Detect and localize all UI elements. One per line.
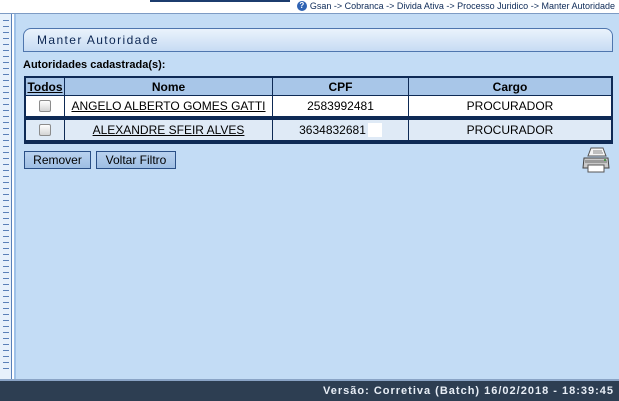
table-cell-cpf: 3634832681 [273,120,408,140]
left-edge-stripe [3,308,9,309]
left-edge-stripe [3,32,9,33]
left-edge-stripe [3,74,9,75]
left-edge-stripe [3,266,9,267]
left-sidebar-edge [0,14,12,379]
table-row-checkbox-cell [26,120,64,140]
version-label: Versão: Corretiva (Batch) 16/02/2018 - 1… [323,385,614,397]
left-edge-stripe [3,350,9,351]
left-edge-stripe [3,254,9,255]
cpf-highlight [367,123,382,137]
left-edge-stripe [3,98,9,99]
left-edge-stripe [3,314,9,315]
left-edge-stripe [3,164,9,165]
left-edge-stripe [3,362,9,363]
cpf-value: 3634832681 [299,123,366,137]
left-edge-stripe [3,170,9,171]
main-content: Manter Autoridade Autoridades cadastrada… [14,14,619,379]
left-edge-stripe [3,188,9,189]
table-cell-nome: ALEXANDRE SFEIR ALVES [65,120,272,140]
left-edge-stripe [3,122,9,123]
left-edge-stripe [3,158,9,159]
page-title: Manter Autoridade [37,33,159,47]
printer-icon[interactable] [581,146,611,174]
table-cell-cargo: PROCURADOR [409,96,611,116]
left-edge-stripe [3,20,9,21]
left-edge-stripe [3,236,9,237]
left-edge-stripe [3,152,9,153]
row-checkbox[interactable] [39,100,51,112]
left-edge-stripe [3,92,9,93]
left-edge-stripe [3,206,9,207]
left-edge-stripe [3,278,9,279]
left-edge-stripe [3,62,9,63]
footer-bar: Versão: Corretiva (Batch) 16/02/2018 - 1… [0,379,619,401]
left-edge-stripe [3,80,9,81]
left-edge-stripe [3,338,9,339]
left-edge-stripe [3,176,9,177]
panel-header: Manter Autoridade [23,28,613,52]
left-edge-stripe [3,302,9,303]
left-edge-stripe [3,242,9,243]
left-edge-stripe [3,290,9,291]
left-edge-stripe [3,116,9,117]
table-row-checkbox-cell [26,96,64,116]
left-edge-stripe [3,224,9,225]
help-icon[interactable]: ? [296,1,307,11]
left-edge-stripe [3,128,9,129]
left-edge-stripe [3,248,9,249]
column-header-cpf: CPF [273,78,408,95]
left-edge-stripe [3,230,9,231]
left-edge-stripe [3,356,9,357]
left-edge-stripe [3,200,9,201]
breadcrumb-text: Gsan -> Cobranca -> Divida Ativa -> Proc… [309,1,615,11]
left-edge-stripe [3,368,9,369]
left-edge-stripe [3,68,9,69]
autoridades-table: Todos Nome CPF Cargo ANGELO ALBERTO GOME… [24,76,613,144]
left-edge-stripe [3,182,9,183]
left-edge-stripe [3,260,9,261]
left-edge-stripe [3,110,9,111]
table-cell-cpf: 2583992481 [273,96,408,116]
table-cell-cargo: PROCURADOR [409,120,611,140]
left-edge-stripe [3,320,9,321]
left-edge-stripe [3,86,9,87]
remover-button[interactable]: Remover [24,151,91,169]
autoridade-link[interactable]: ANGELO ALBERTO GOMES GATTI [71,99,265,113]
voltar-filtro-button[interactable]: Voltar Filtro [96,151,176,169]
left-edge-stripe [3,44,9,45]
left-edge-stripe [3,296,9,297]
column-header-nome: Nome [65,78,272,95]
left-edge-stripe [3,26,9,27]
left-edge-stripe [3,218,9,219]
left-edge-stripe [3,146,9,147]
select-all-link[interactable]: Todos [26,78,64,95]
section-label: Autoridades cadastrada(s): [23,59,166,71]
top-bar-strip [150,0,290,2]
left-edge-stripe [3,212,9,213]
left-edge-stripe [3,326,9,327]
left-edge-stripe [3,140,9,141]
column-header-cargo: Cargo [409,78,611,95]
left-edge-stripe [3,104,9,105]
left-edge-stripe [3,38,9,39]
left-edge-stripe [3,56,9,57]
left-edge-stripe [3,194,9,195]
breadcrumb: ? Gsan -> Cobranca -> Divida Ativa -> Pr… [296,1,615,11]
left-edge-stripe [3,272,9,273]
top-bar: ? Gsan -> Cobranca -> Divida Ativa -> Pr… [0,0,619,14]
left-edge-stripe [3,134,9,135]
left-edge-stripe [3,344,9,345]
left-edge-stripe [3,50,9,51]
table-cell-nome: ANGELO ALBERTO GOMES GATTI [65,96,272,116]
row-checkbox[interactable] [39,124,51,136]
left-edge-stripe [3,284,9,285]
left-edge-stripe [3,332,9,333]
autoridade-link[interactable]: ALEXANDRE SFEIR ALVES [93,123,245,137]
